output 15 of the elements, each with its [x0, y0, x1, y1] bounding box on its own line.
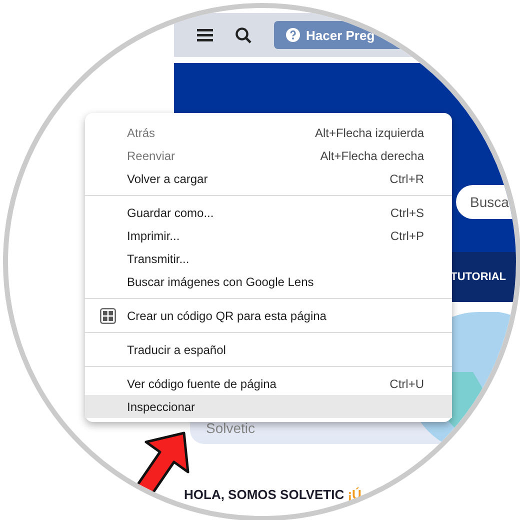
menu-item[interactable]: Transmitir...: [85, 247, 452, 270]
nav-link[interactable]: TUTORIAL: [450, 271, 506, 283]
menu-icon[interactable]: [197, 28, 213, 42]
menu-item[interactable]: Crear un código QR para esta página: [85, 304, 452, 327]
menu-item[interactable]: Inspeccionar: [85, 395, 452, 418]
menu-item[interactable]: Buscar imágenes con Google Lens: [85, 270, 452, 293]
search-icon[interactable]: [235, 26, 252, 44]
menu-item[interactable]: Imprimir... Ctrl+P: [85, 224, 452, 247]
qr-code-icon: [100, 308, 116, 324]
menu-item[interactable]: Ver código fuente de página Ctrl+U: [85, 372, 452, 395]
menu-item[interactable]: Traducir a español: [85, 338, 452, 361]
card-text: Solvetic: [206, 420, 256, 436]
menu-item[interactable]: Volver a cargar Ctrl+R: [85, 167, 452, 190]
menu-item[interactable]: Guardar como... Ctrl+S: [85, 201, 452, 224]
help-icon: [286, 28, 300, 42]
